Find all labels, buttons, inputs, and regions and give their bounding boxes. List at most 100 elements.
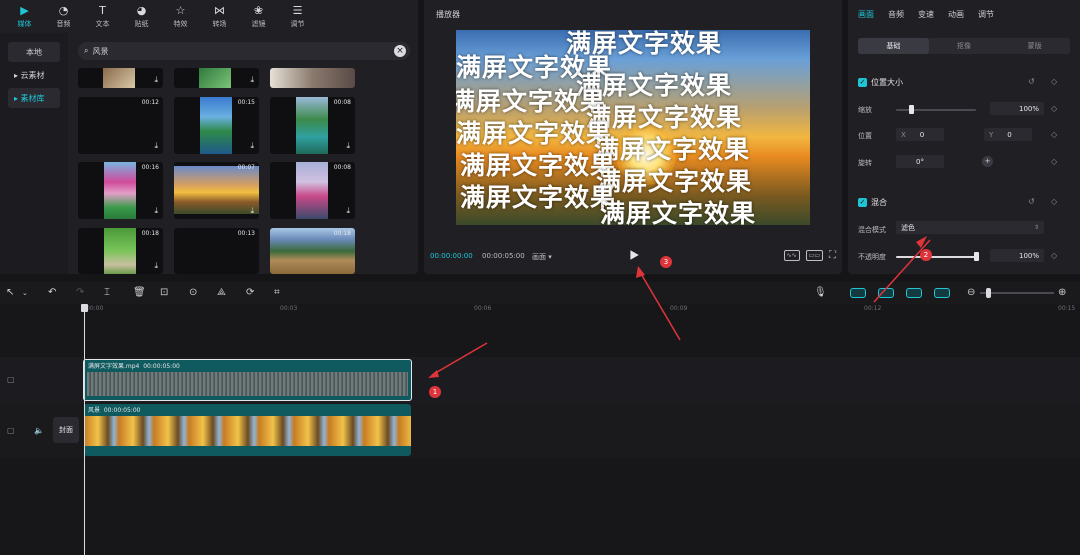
- side-item-cloud[interactable]: ▸ 云素材: [8, 65, 60, 85]
- tab-speed[interactable]: 变速: [918, 9, 934, 20]
- tab-media[interactable]: ▶ 媒体: [5, 0, 44, 33]
- waveform-icon[interactable]: ∿∿: [783, 250, 800, 261]
- download-icon[interactable]: ⤓: [250, 141, 254, 151]
- keyframe-icon[interactable]: ◇: [1051, 197, 1057, 206]
- clear-search-icon[interactable]: ×: [394, 45, 406, 57]
- freeze-frame-icon[interactable]: ⊡: [160, 287, 168, 299]
- checkbox-position-size[interactable]: ✓: [858, 78, 867, 87]
- media-item[interactable]: 00:16 ⤓: [78, 162, 163, 219]
- split-icon[interactable]: ⌶: [104, 287, 110, 299]
- fullscreen-icon[interactable]: ⛶: [829, 250, 836, 261]
- microphone-icon[interactable]: 🎙: [814, 287, 827, 299]
- search-input[interactable]: ⌕ 风景 ×: [78, 42, 410, 60]
- zoom-out-icon[interactable]: ⊖: [967, 287, 975, 299]
- crop-icon[interactable]: ⌗: [274, 287, 280, 299]
- blend-mode-label: 混合模式: [858, 226, 886, 234]
- tab-filter[interactable]: ❀ 滤镜: [239, 0, 278, 33]
- position-y-input[interactable]: Y 0: [984, 128, 1032, 141]
- tab-sticker[interactable]: ◕ 贴纸: [122, 0, 161, 33]
- scale-slider-track[interactable]: [896, 109, 976, 111]
- zoom-slider[interactable]: [980, 292, 1054, 294]
- keyframe-icon[interactable]: ◇: [1051, 251, 1057, 260]
- tab-animation[interactable]: 动画: [948, 9, 964, 20]
- rotate-input[interactable]: 0°: [896, 155, 944, 168]
- download-icon[interactable]: ⤓: [154, 206, 158, 216]
- rotate-icon[interactable]: ⟳: [246, 287, 254, 299]
- keyframe-icon[interactable]: ◇: [1051, 77, 1057, 86]
- side-item-library[interactable]: ▸ 素材库: [8, 88, 60, 108]
- opacity-input[interactable]: 100%: [990, 249, 1044, 262]
- download-icon[interactable]: ⤓: [346, 206, 350, 216]
- preview-axis-icon[interactable]: [906, 288, 922, 298]
- overlay-video-clip[interactable]: 满屏文字效果.mp4 00:00:05:00: [83, 359, 412, 401]
- play-icon[interactable]: [628, 249, 640, 261]
- playhead-handle[interactable]: [81, 304, 88, 312]
- redo-icon[interactable]: ↷: [76, 287, 84, 299]
- subtab-mask[interactable]: 蒙版: [999, 38, 1070, 54]
- media-item[interactable]: 00:18: [270, 228, 355, 274]
- keyframe-icon[interactable]: ◇: [1051, 130, 1057, 139]
- side-item-local[interactable]: 本地: [8, 42, 60, 62]
- media-item[interactable]: 00:13: [174, 228, 259, 274]
- delete-icon[interactable]: 🗑: [133, 287, 146, 299]
- track-lock-icon[interactable]: ▢: [7, 426, 15, 435]
- media-item[interactable]: 00:07 ⤓: [174, 162, 259, 219]
- tab-audio[interactable]: ◔ 音频: [44, 0, 83, 33]
- download-icon[interactable]: ⤓: [250, 206, 254, 216]
- tab-adjust-props[interactable]: 调节: [978, 9, 994, 20]
- checkbox-blend[interactable]: ✓: [858, 198, 867, 207]
- reset-icon[interactable]: ↺: [1028, 77, 1035, 86]
- track-lock-icon[interactable]: ▢: [7, 375, 15, 384]
- media-item[interactable]: 00:12 ⤓: [78, 97, 163, 154]
- keyframe-icon[interactable]: ◇: [1051, 157, 1057, 166]
- mirror-icon[interactable]: ⟁: [217, 287, 226, 299]
- download-icon[interactable]: ⤓: [154, 261, 158, 271]
- reset-icon[interactable]: ↺: [1028, 197, 1035, 206]
- chevron-down-icon[interactable]: ⌄: [22, 287, 28, 299]
- undo-icon[interactable]: ↶: [48, 287, 56, 299]
- media-item[interactable]: 00:08 ⤓: [270, 162, 355, 219]
- split-audio-icon[interactable]: [934, 288, 950, 298]
- zoom-in-icon[interactable]: ⊕: [1058, 287, 1066, 299]
- playhead[interactable]: [84, 304, 85, 555]
- download-icon[interactable]: ⤓: [154, 75, 158, 85]
- scale-slider-knob[interactable]: [909, 105, 914, 114]
- opacity-slider-knob[interactable]: [974, 252, 979, 261]
- media-item[interactable]: 00:08 ⤓: [270, 97, 355, 154]
- media-item[interactable]: 00:15 ⤓: [174, 97, 259, 154]
- keyframe-icon[interactable]: ◇: [1051, 104, 1057, 113]
- select-cursor-icon[interactable]: ↖: [6, 287, 14, 299]
- media-item[interactable]: [270, 68, 355, 88]
- ratio-dropdown[interactable]: 画面 ▾: [532, 252, 552, 262]
- video-preview[interactable]: 满屏文字效果 满屏文字效果 满屏文字效果 满屏文字效果 满屏文字效果 满屏文字效…: [456, 30, 810, 225]
- media-item[interactable]: ⤓: [174, 68, 259, 88]
- media-item[interactable]: 00:18 ⤓: [78, 228, 163, 274]
- tab-audio-props[interactable]: 音频: [888, 9, 904, 20]
- time-ruler[interactable]: 00:00 00:03 00:06 00:09 00:12 00:15: [0, 304, 1080, 316]
- main-video-clip[interactable]: 风景 00:00:05:00: [84, 404, 411, 456]
- aspect-ratio-icon[interactable]: ▭▭: [805, 250, 823, 261]
- zoom-slider-knob[interactable]: [986, 288, 991, 298]
- download-icon[interactable]: ⤓: [346, 141, 350, 151]
- subtab-basic[interactable]: 基础: [858, 38, 929, 54]
- speaker-icon[interactable]: 🔈: [34, 426, 44, 435]
- tab-text[interactable]: T 文本: [83, 0, 122, 33]
- media-item[interactable]: ⤓: [78, 68, 163, 88]
- opacity-slider-track[interactable]: [896, 256, 976, 258]
- reverse-icon[interactable]: ⊙: [189, 287, 197, 299]
- subtab-keying[interactable]: 抠像: [929, 38, 1000, 54]
- position-x-input[interactable]: X 0: [896, 128, 944, 141]
- download-icon[interactable]: ⤓: [250, 75, 254, 85]
- scale-input[interactable]: 100%: [990, 102, 1044, 115]
- rotate-dial-icon[interactable]: +: [982, 156, 993, 167]
- cover-button[interactable]: 封面: [53, 417, 79, 443]
- tab-transition[interactable]: ⋈ 转场: [200, 0, 239, 33]
- duration-label: 00:18: [141, 230, 159, 237]
- download-icon[interactable]: ⤓: [154, 141, 158, 151]
- link-toggle-icon[interactable]: [878, 288, 894, 298]
- tab-video[interactable]: 画面: [858, 9, 874, 20]
- tab-adjust[interactable]: ☰ 调节: [278, 0, 317, 33]
- tab-effects[interactable]: ☆ 特效: [161, 0, 200, 33]
- snap-toggle-icon[interactable]: [850, 288, 866, 298]
- blend-mode-select[interactable]: 滤色 ⇕: [896, 221, 1044, 234]
